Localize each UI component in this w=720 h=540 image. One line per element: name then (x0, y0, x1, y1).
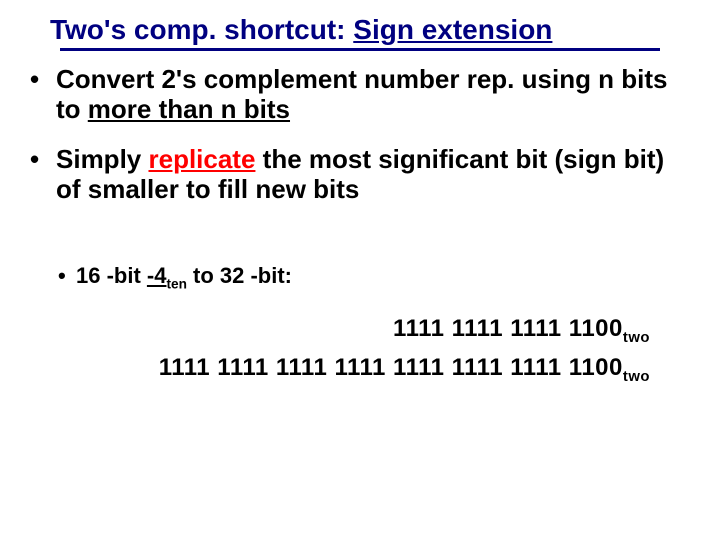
binary-subscript: two (623, 329, 650, 345)
bullet-dot: • (58, 263, 76, 292)
bullet-dot: • (30, 145, 56, 205)
bullet-dot: • (30, 65, 56, 125)
example-label: 16 -bit -4ten to 32 -bit: (76, 263, 292, 292)
bullet-text: Convert 2's complement number rep. using… (56, 65, 690, 125)
example-bullet: • 16 -bit -4ten to 32 -bit: (58, 263, 690, 292)
example-label-post: to 32 -bit: (187, 263, 292, 288)
bullet-text: Simply replicate the most significant bi… (56, 145, 690, 205)
binary-32bit-value: 1111 1111 1111 1111 1111 1111 1111 1100 (159, 354, 623, 381)
binary-16bit-value: 1111 1111 1111 1100 (393, 315, 623, 342)
binary-16bit: 1111 1111 1111 1100two (30, 310, 650, 350)
example-value-sub: ten (166, 276, 186, 291)
bullet-underlined-red: replicate (148, 144, 255, 174)
binary-subscript: two (623, 369, 650, 385)
slide-body: • Convert 2's complement number rep. usi… (0, 51, 720, 389)
example-section: • 16 -bit -4ten to 32 -bit: (58, 263, 690, 292)
slide-title: Two's comp. shortcut: Sign extension (50, 14, 552, 45)
title-area: Two's comp. shortcut: Sign extension (0, 0, 720, 51)
example-value-num: -4 (147, 263, 167, 288)
binary-block: 1111 1111 1111 1100two 1111 1111 1111 11… (30, 310, 690, 390)
example-label-pre: 16 -bit (76, 263, 147, 288)
bullet-item: • Simply replicate the most significant … (30, 145, 690, 205)
binary-32bit: 1111 1111 1111 1111 1111 1111 1111 1100t… (30, 349, 650, 389)
bullet-pre: Simply (56, 144, 148, 174)
example-value: -4ten (147, 263, 187, 288)
title-underlined: Sign extension (353, 14, 552, 45)
bullet-underlined: more than n bits (88, 94, 290, 124)
title-prefix: Two's comp. shortcut: (50, 14, 353, 45)
bullet-item: • Convert 2's complement number rep. usi… (30, 65, 690, 125)
